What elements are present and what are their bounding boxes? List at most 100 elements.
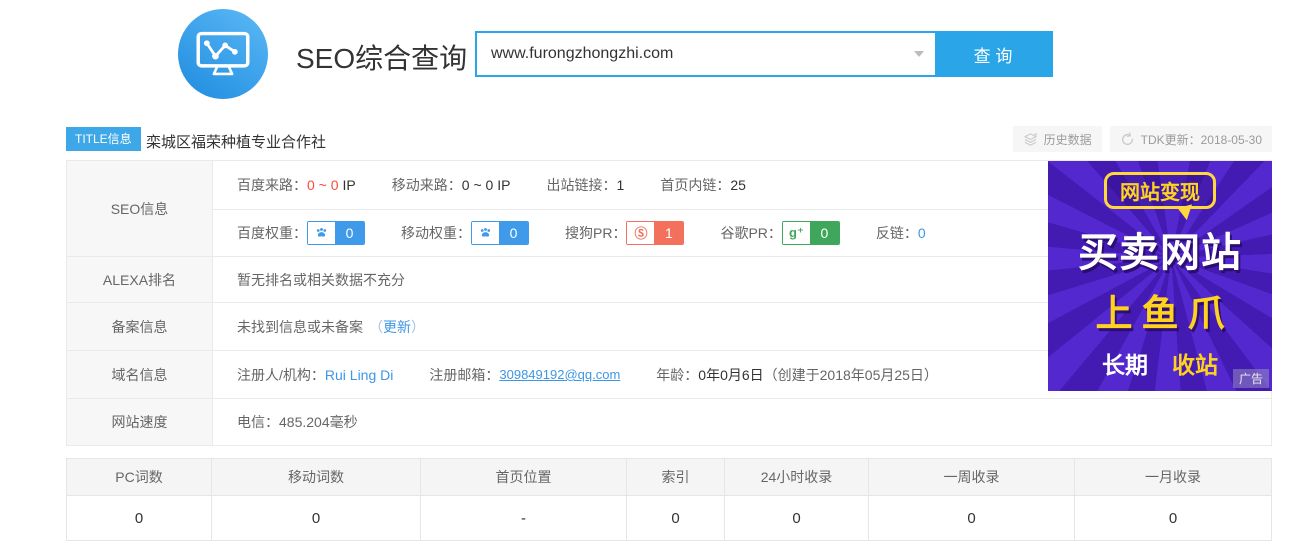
outbound-links-value: 1 <box>617 177 625 193</box>
mobile-traffic-label: 移动来路： <box>392 175 462 195</box>
domain-age-label: 年龄： <box>656 365 698 385</box>
row-label-domain: 域名信息 <box>67 351 213 398</box>
baidu-traffic-value: 0 ~ 0 <box>307 177 339 193</box>
sogou-pr: 搜狗PR： Ⓢ 1 <box>565 221 684 245</box>
google-pr-value: 0 <box>810 222 839 244</box>
sogou-pr-value: 1 <box>654 222 683 244</box>
stats-value-cell: 0 <box>67 496 212 540</box>
title-info-badge: TITLE信息 <box>66 127 141 151</box>
paren-open: （ <box>369 317 383 337</box>
sogou-s-icon: Ⓢ <box>627 222 654 244</box>
icp-value: 未找到信息或未备案 <box>237 317 363 337</box>
stats-value-cell: 0 <box>627 496 725 540</box>
url-combo-box <box>477 33 935 75</box>
baidu-weight: 百度权重： 0 <box>237 221 365 245</box>
google-plus-icon-badge[interactable]: g⁺ 0 <box>782 221 840 245</box>
backlinks-value-link[interactable]: 0 <box>918 225 926 241</box>
alexa-value: 暂无排名或相关数据不充分 <box>237 270 405 290</box>
url-dropdown-toggle[interactable] <box>903 33 935 75</box>
baidu-paw-icon <box>308 222 335 244</box>
backlinks-label: 反链： <box>876 223 918 243</box>
history-data-label: 历史数据 <box>1044 131 1092 148</box>
sogou-pr-badge[interactable]: Ⓢ 1 <box>626 221 684 245</box>
query-button[interactable]: 查 询 <box>935 33 1051 75</box>
registrant: 注册人/机构： Rui Ling Di <box>237 365 393 385</box>
monitor-chart-icon <box>195 30 251 78</box>
tdk-update-label: TDK更新：2018-05-30 <box>1141 131 1262 148</box>
domain-created-value: （创建于2018年05月25日） <box>764 365 938 385</box>
tdk-update-button[interactable]: TDK更新：2018-05-30 <box>1110 126 1272 152</box>
registrant-link[interactable]: Rui Ling Di <box>325 367 393 383</box>
outbound-links: 出站链接： 1 <box>547 175 625 195</box>
app-logo <box>178 9 268 99</box>
register-email-link[interactable]: 309849192@qq.com <box>499 367 620 382</box>
backlinks: 反链： 0 <box>876 223 926 243</box>
mobile-weight-value: 0 <box>499 222 528 244</box>
history-data-button[interactable]: 历史数据 <box>1013 126 1102 152</box>
mobile-weight-label: 移动权重： <box>401 223 471 243</box>
domain-age-value: 0年0月6日 <box>698 365 763 385</box>
registrant-label: 注册人/机构： <box>237 365 325 385</box>
ad-bottom-left: 长期 <box>1102 352 1148 378</box>
ad-banner[interactable]: 网站变现 买卖网站 上鱼爪 长期收站 广告 <box>1048 161 1272 391</box>
stats-value-cell: 0 <box>212 496 421 540</box>
ad-bottom-right: 收站 <box>1172 352 1218 378</box>
stats-value-cell: 0 <box>725 496 869 540</box>
paren-close: ） <box>411 317 425 337</box>
title-bar-actions: 历史数据 TDK更新：2018-05-30 <box>1013 126 1272 152</box>
baidu-weight-label: 百度权重： <box>237 223 307 243</box>
homepage-inlinks-value: 25 <box>730 177 746 193</box>
page-title: SEO综合查询 <box>296 37 467 77</box>
url-search-input[interactable] <box>477 33 903 75</box>
stats-header-cell: 首页位置 <box>421 459 627 495</box>
baidu-traffic: 百度来路： 0 ~ 0 IP <box>237 175 356 195</box>
speed-value: 电信：485.204毫秒 <box>237 412 358 432</box>
google-plus-icon: g⁺ <box>783 222 810 244</box>
mobile-traffic-unit: IP <box>497 177 510 193</box>
site-title: 栾城区福荣种植专业合作社 <box>146 131 326 152</box>
stats-header-cell: 移动词数 <box>212 459 421 495</box>
mobile-weight: 移动权重： 0 <box>401 221 529 245</box>
google-pr: 谷歌PR： g⁺ 0 <box>720 221 839 245</box>
mobile-traffic: 移动来路： 0 ~ 0 IP <box>392 175 511 195</box>
stats-value-cell: 0 <box>1075 496 1271 540</box>
row-label-speed: 网站速度 <box>67 399 213 445</box>
baidu-weight-value: 0 <box>335 222 364 244</box>
baidu-paw-icon <box>472 222 499 244</box>
baidu-traffic-label: 百度来路： <box>237 175 307 195</box>
chevron-down-icon <box>914 51 924 57</box>
stats-header-cell: 索引 <box>627 459 725 495</box>
refresh-icon <box>1120 132 1135 147</box>
icp-update-link[interactable]: 更新 <box>383 317 411 337</box>
stats-value-cell: - <box>421 496 627 540</box>
ad-subline: 上鱼爪 <box>1048 283 1272 337</box>
url-search-group: 查 询 <box>475 31 1053 77</box>
register-email: 注册邮箱： 309849192@qq.com <box>429 365 620 385</box>
stats-value-row: 0 0 - 0 0 0 0 <box>67 496 1271 540</box>
ad-headline: 买卖网站 <box>1048 220 1272 278</box>
stats-header-cell: PC词数 <box>67 459 212 495</box>
baidu-weight-badge[interactable]: 0 <box>307 221 365 245</box>
stats-header-cell: 24小时收录 <box>725 459 869 495</box>
homepage-inlinks-label: 首页内链： <box>660 175 730 195</box>
stats-header-cell: 一月收录 <box>1075 459 1271 495</box>
outbound-links-label: 出站链接： <box>547 175 617 195</box>
ad-bubble-text: 网站变现 <box>1104 172 1216 209</box>
row-label-icp: 备案信息 <box>67 303 213 350</box>
stats-header-cell: 一周收录 <box>869 459 1075 495</box>
sogou-pr-label: 搜狗PR： <box>565 223 626 243</box>
mobile-weight-badge[interactable]: 0 <box>471 221 529 245</box>
homepage-inlinks: 首页内链： 25 <box>660 175 746 195</box>
stats-table: PC词数 移动词数 首页位置 索引 24小时收录 一周收录 一月收录 0 0 -… <box>66 458 1272 541</box>
layers-icon <box>1023 132 1038 147</box>
row-label-seo: SEO信息 <box>67 161 213 256</box>
stats-value-cell: 0 <box>869 496 1075 540</box>
baidu-traffic-unit: IP <box>343 177 356 193</box>
row-label-alexa: ALEXA排名 <box>67 257 213 302</box>
mobile-traffic-value: 0 ~ 0 <box>462 177 494 193</box>
ad-tag: 广告 <box>1233 369 1269 388</box>
register-email-label: 注册邮箱： <box>429 365 499 385</box>
domain-age: 年龄： 0年0月6日 （创建于2018年05月25日） <box>656 365 938 385</box>
speed-row: 网站速度 电信：485.204毫秒 <box>67 399 1271 445</box>
google-pr-label: 谷歌PR： <box>720 223 781 243</box>
